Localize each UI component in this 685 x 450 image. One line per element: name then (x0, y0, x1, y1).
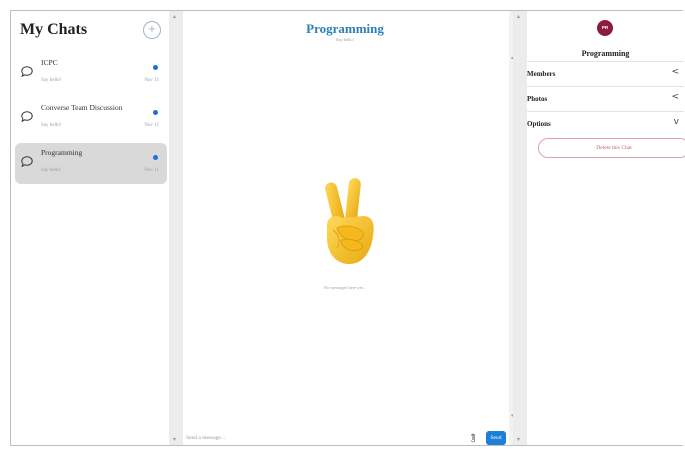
message-composer: Send (183, 429, 507, 447)
chat-name: Programming (41, 148, 83, 157)
delete-chat-button[interactable]: Delete this Chat (538, 138, 685, 158)
chevron-left-icon: < (671, 92, 679, 102)
unread-dot-icon (153, 110, 158, 115)
chat-last-message: Say hello! (41, 168, 62, 173)
empty-chat-message: No messages here yet... (323, 285, 367, 290)
chat-item-converse-team-discussion[interactable]: Converse Team Discussion Say hello! Nov … (15, 98, 167, 139)
chat-list-sidebar: My Chats + ICPC Say hello! Nov 11 Conver… (11, 11, 169, 445)
scroll-down-icon: ▾ (173, 436, 177, 443)
attach-icon[interactable] (470, 433, 476, 443)
scroll-down-icon: ▾ (517, 436, 521, 443)
chevron-down-icon: v (673, 117, 679, 127)
accordion-label: Options (527, 120, 551, 128)
chat-details-panel: PR Programming Members < Photos < Option… (527, 11, 685, 445)
chat-bubble-icon (21, 156, 33, 167)
chat-last-message: Say hello! (41, 78, 62, 83)
chat-name: ICPC (41, 58, 58, 67)
app-window: My Chats + ICPC Say hello! Nov 11 Conver… (10, 10, 685, 447)
chat-subtitle: Say hello! (335, 37, 355, 42)
accordion-photos[interactable]: Photos < (527, 86, 684, 111)
scroll-up-icon: ▴ (517, 13, 521, 20)
new-chat-button[interactable]: + (143, 21, 161, 39)
accordion-label: Photos (527, 95, 548, 103)
chevron-left-icon: < (671, 67, 679, 77)
unread-dot-icon (153, 155, 158, 160)
details-chat-name: Programming (581, 49, 630, 58)
send-button[interactable]: Send (486, 431, 506, 445)
sidebar-resize-handle[interactable]: ▴ ▾ (169, 11, 183, 445)
sidebar-title: My Chats (20, 21, 88, 38)
chat-date: Nov 11 (144, 168, 159, 173)
avatar: PR (597, 20, 613, 36)
chat-item-programming[interactable]: Programming Say hello! Nov 11 (15, 143, 167, 184)
scroll-up-icon: ▴ (173, 13, 177, 20)
chat-list: ICPC Say hello! Nov 11 Converse Team Dis… (15, 53, 167, 188)
chat-item-icpc[interactable]: ICPC Say hello! Nov 11 (15, 53, 167, 94)
accordion-options[interactable]: Options v (527, 111, 684, 136)
chat-name: Converse Team Discussion (41, 103, 123, 112)
chat-bubble-icon (21, 66, 33, 77)
chat-date: Nov 11 (144, 123, 159, 128)
chat-date: Nov 11 (144, 78, 159, 83)
accordion-members[interactable]: Members < (527, 61, 684, 86)
chat-last-message: Say hello! (41, 123, 62, 128)
victory-hand-icon (325, 178, 374, 264)
unread-dot-icon (153, 65, 158, 70)
chat-bubble-icon (21, 111, 33, 122)
details-resize-handle[interactable]: ▴ ▾ (513, 11, 527, 445)
chat-title: Programming (306, 21, 384, 36)
chat-panel: Programming Say hello! No messages here … (183, 11, 519, 447)
accordion-label: Members (527, 70, 556, 78)
message-input[interactable] (186, 432, 446, 444)
